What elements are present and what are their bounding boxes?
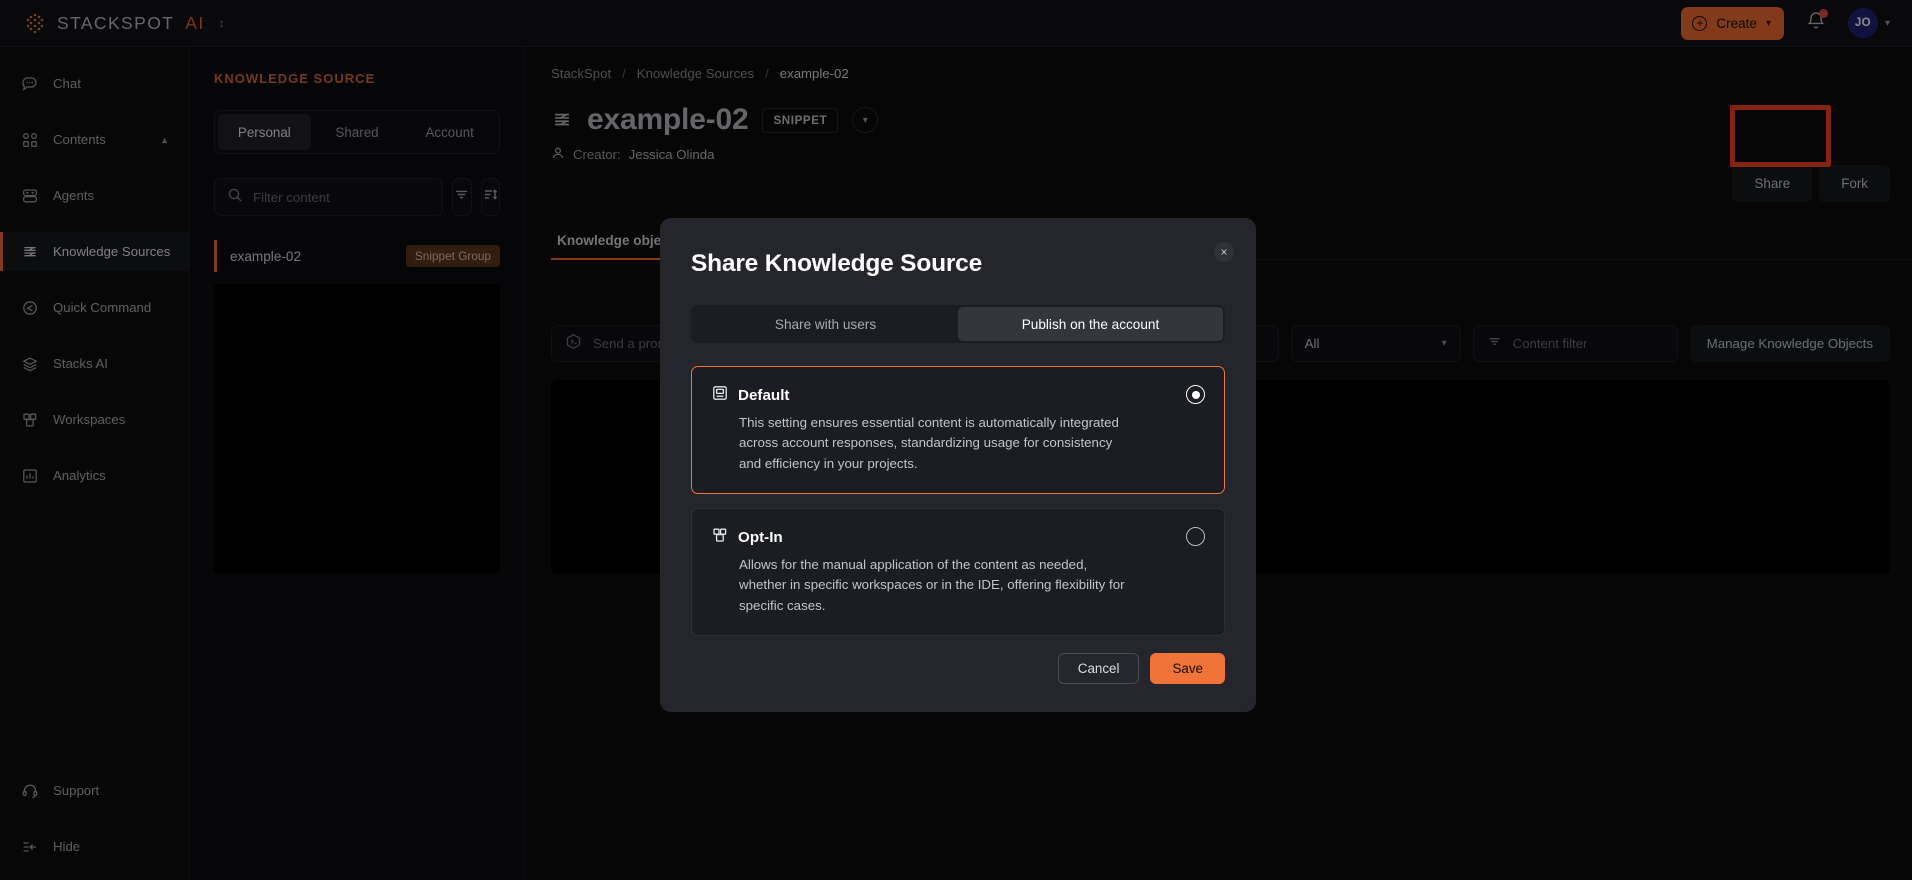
option-default-description: This setting ensures essential content i…	[739, 415, 1119, 471]
option-default[interactable]: Default This setting ensures essential c…	[691, 366, 1225, 495]
option-opt-in[interactable]: Opt-In Allows for the manual application…	[691, 508, 1225, 637]
option-opt-in-description: Allows for the manual application of the…	[739, 557, 1125, 613]
tab-share-with-users[interactable]: Share with users	[693, 307, 958, 341]
cancel-button[interactable]: Cancel	[1057, 653, 1140, 685]
option-opt-in-head: Opt-In	[711, 526, 1205, 549]
default-card-icon	[711, 384, 729, 407]
radio-opt-in[interactable]	[1186, 527, 1205, 547]
app-root: STACKSPOT AI ↕ + Create ▾ JO ▾ Chat Cont…	[0, 0, 1912, 880]
save-button[interactable]: Save	[1150, 653, 1225, 685]
radio-default[interactable]	[1186, 385, 1205, 404]
close-icon[interactable]: ×	[1214, 242, 1234, 262]
modal-actions: Cancel Save	[691, 653, 1225, 685]
tab-publish-on-the-account[interactable]: Publish on the account	[958, 307, 1223, 341]
option-default-title: Default	[738, 387, 790, 404]
opt-in-icon	[711, 526, 729, 549]
option-default-head: Default	[711, 384, 1205, 407]
option-opt-in-title: Opt-In	[738, 529, 783, 547]
modal-title: Share Knowledge Source	[691, 250, 983, 277]
modal-tabs: Share with users Publish on the account	[691, 305, 1225, 343]
share-knowledge-source-modal: × Share Knowledge Source Share with user…	[660, 218, 1256, 713]
